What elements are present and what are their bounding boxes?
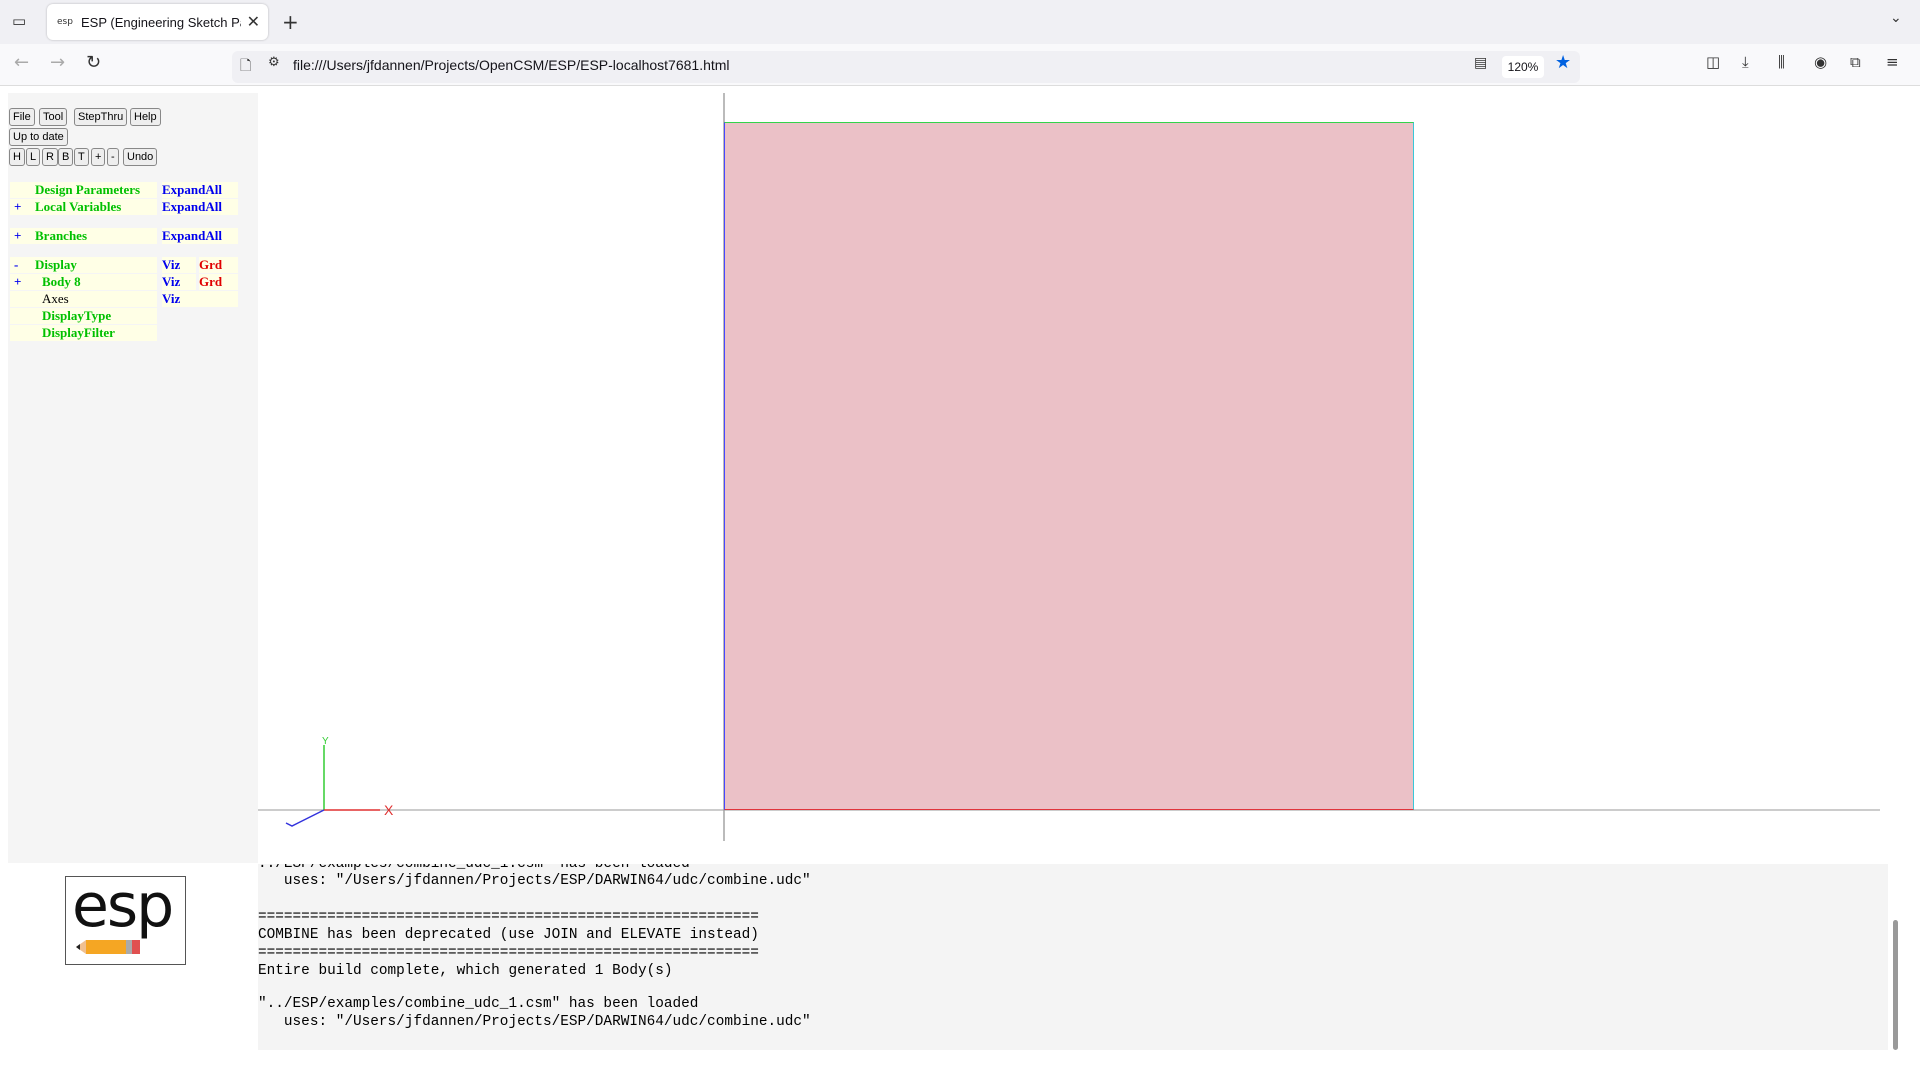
body8-grd-link[interactable]: Grd [199, 274, 238, 290]
log-line: uses: "/Users/jfdannen/Projects/ESP/DARW… [258, 1014, 811, 1030]
local-variables-label[interactable]: Local Variables [35, 199, 121, 215]
esp-logo: esp [65, 871, 186, 965]
favicon-icon: esp [57, 17, 73, 27]
display-label[interactable]: Display [35, 257, 77, 273]
tool-button[interactable]: Tool [39, 108, 68, 126]
log-line: uses: "/Users/jfdannen/Projects/ESP/DARW… [258, 873, 811, 889]
message-log[interactable]: ../ESP/examples/combine_udc_1.csm" has b… [258, 864, 1888, 1050]
log-line: ========================================… [258, 945, 759, 961]
page-info-icon[interactable]: 🗋 [240, 55, 251, 79]
display-toggle[interactable]: - [14, 257, 18, 273]
reader-view-icon[interactable]: ▤ [1474, 55, 1487, 71]
log-scrollbar[interactable] [1893, 920, 1898, 1050]
expandall-branches-link[interactable]: ExpandAll [162, 228, 238, 244]
axes-label: Axes [42, 291, 69, 306]
account-icon[interactable]: ◉ [1814, 53, 1827, 71]
expandall-local-link[interactable]: ExpandAll [162, 199, 238, 215]
downloads-icon[interactable]: ⤓ [1742, 53, 1749, 71]
axis-z-line [285, 809, 325, 827]
view-bottom-button[interactable]: B [58, 148, 74, 166]
zoom-in-button[interactable]: + [91, 148, 106, 166]
axis-x-label: X [384, 802, 394, 818]
tab-list-icon[interactable]: ▭ [12, 12, 26, 30]
axis-y-label: Y [322, 736, 329, 747]
axes-viz-link[interactable]: Viz [162, 291, 238, 307]
browser-tab[interactable]: esp ESP (Engineering Sketch Pad, V ✕ [47, 4, 268, 40]
forward-icon[interactable]: → [50, 52, 65, 73]
display-viz-link[interactable]: Viz [162, 257, 196, 273]
zoom-level[interactable]: 120% [1502, 56, 1544, 78]
new-tab-icon[interactable]: + [282, 10, 299, 34]
branches-label[interactable]: Branches [35, 228, 87, 244]
log-line: "../ESP/examples/combine_udc_1.csm" has … [258, 996, 699, 1012]
zoom-out-button[interactable]: - [107, 148, 119, 166]
bookmark-star-icon[interactable]: ★ [1555, 52, 1571, 73]
display-grd-link[interactable]: Grd [199, 257, 238, 273]
view-home-button[interactable]: H [9, 148, 25, 166]
design-parameters-label[interactable]: Design Parameters [35, 182, 140, 198]
help-button[interactable]: Help [130, 108, 161, 126]
view-left-button[interactable]: L [26, 148, 41, 166]
body8-label[interactable]: Body 8 [42, 274, 81, 290]
library-icon[interactable]: ⫼ [1778, 53, 1785, 71]
tab-title: ESP (Engineering Sketch Pad, V [81, 14, 241, 30]
body-face[interactable] [724, 122, 1414, 810]
list-all-tabs-icon[interactable]: ⌄ [1890, 10, 1902, 26]
extensions-icon[interactable]: ⧉ [1850, 53, 1861, 71]
log-line: ========================================… [258, 909, 759, 925]
view-top-button[interactable]: T [74, 148, 89, 166]
undo-button[interactable]: Undo [123, 148, 158, 166]
displayfilter-label[interactable]: DisplayFilter [42, 325, 115, 341]
expandall-design-link[interactable]: ExpandAll [162, 182, 238, 198]
local-variables-toggle[interactable]: + [14, 199, 21, 215]
file-button[interactable]: File [9, 108, 35, 126]
status-button[interactable]: Up to date [9, 128, 68, 146]
view-right-button[interactable]: R [42, 148, 58, 166]
tab-bar: ▭ esp ESP (Engineering Sketch Pad, V ✕ +… [0, 0, 1920, 44]
logo-text: esp [72, 871, 174, 941]
pocket-icon[interactable]: ◫ [1706, 53, 1720, 71]
log-line: ../ESP/examples/combine_udc_1.csm" has b… [258, 864, 690, 872]
url-text[interactable]: file:///Users/jfdannen/Projects/OpenCSM/… [293, 57, 730, 73]
back-icon[interactable]: ← [14, 52, 29, 73]
pencil-icon [76, 940, 140, 954]
body8-viz-link[interactable]: Viz [162, 274, 196, 290]
menu-icon[interactable]: ≡ [1886, 53, 1899, 71]
close-tab-icon[interactable]: ✕ [247, 12, 260, 32]
stepthru-button[interactable]: StepThru [74, 108, 128, 126]
body8-toggle[interactable]: + [14, 274, 21, 290]
branches-toggle[interactable]: + [14, 228, 21, 244]
permissions-icon[interactable]: ⚙ [268, 55, 280, 70]
log-line: Entire build complete, which generated 1… [258, 963, 673, 979]
displaytype-label[interactable]: DisplayType [42, 308, 111, 324]
reload-icon[interactable]: ↻ [86, 52, 101, 73]
log-line: COMBINE has been deprecated (use JOIN an… [258, 927, 759, 943]
